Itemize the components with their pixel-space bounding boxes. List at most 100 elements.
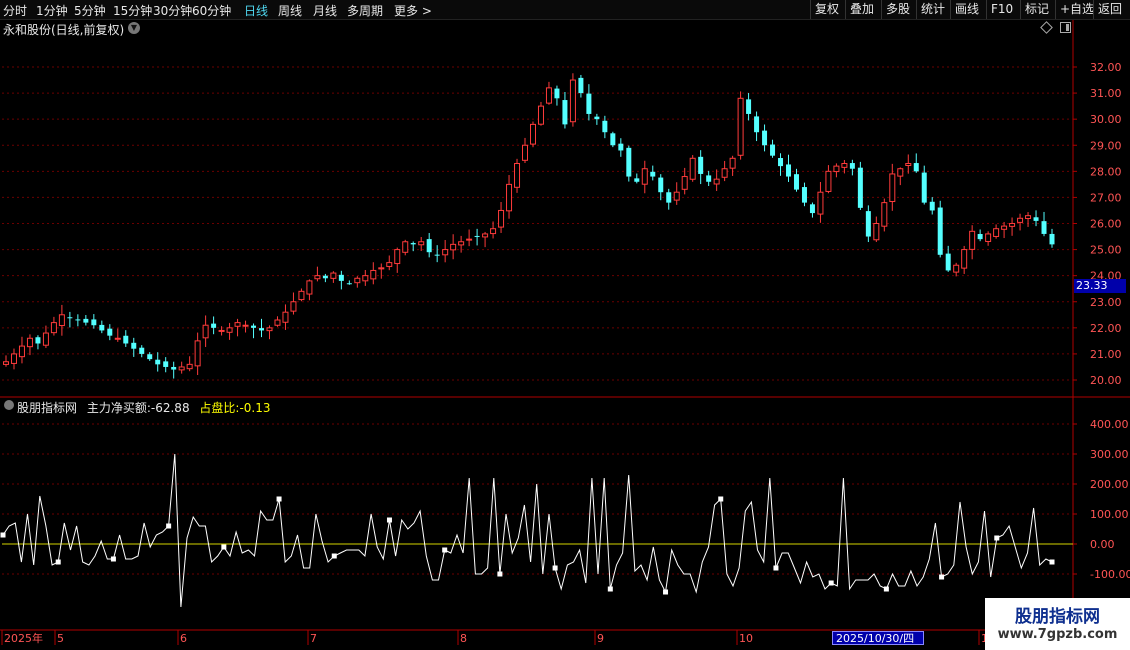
candle-body-up bbox=[202, 324, 209, 339]
candle-body-up bbox=[737, 97, 744, 156]
candle-body-up bbox=[905, 163, 912, 166]
candle-body-up bbox=[58, 314, 65, 327]
candle-body-up bbox=[993, 228, 1000, 237]
chart-canvas[interactable]: 32.00 31.00 30.00 29.00 28.00 27.00 26.00 25.00… bbox=[0, 0, 1130, 650]
candle-body-up bbox=[314, 275, 321, 280]
candle-body-up bbox=[178, 366, 185, 371]
candle-body-up bbox=[961, 249, 968, 269]
net-buy-line bbox=[2, 453, 1053, 608]
net-buy-marker bbox=[386, 517, 392, 523]
candle-body-up bbox=[897, 168, 904, 177]
candle-body-up bbox=[673, 191, 680, 201]
candle-body-up bbox=[873, 223, 880, 241]
candle-body-down bbox=[945, 253, 951, 271]
price-tick-label: 31.00 bbox=[1090, 87, 1122, 100]
candle-body-up bbox=[274, 319, 281, 326]
candle-body-down bbox=[474, 235, 480, 237]
candle-body-down bbox=[83, 318, 89, 323]
candle-body-down bbox=[698, 156, 704, 174]
candle-body-down bbox=[91, 319, 97, 326]
candle-body-up bbox=[226, 327, 233, 333]
candle-body-down bbox=[1041, 221, 1047, 234]
candle-body-up bbox=[729, 157, 736, 169]
price-tick-label: 26.00 bbox=[1090, 218, 1122, 231]
candle-body-down bbox=[131, 342, 137, 349]
candle-body-down bbox=[139, 347, 145, 354]
candle-body-down bbox=[410, 243, 416, 245]
candle-body-down bbox=[610, 133, 616, 146]
x-tick-label: 2025年 bbox=[4, 631, 43, 645]
candle-body-up bbox=[713, 178, 720, 185]
candle-body-up bbox=[529, 123, 536, 145]
net-buy-marker bbox=[0, 532, 6, 538]
candle-body-up bbox=[825, 170, 832, 192]
net-buy-marker bbox=[828, 580, 834, 586]
candle-body-up bbox=[234, 322, 241, 327]
watermark: 股朋指标网 www.7gpzb.com bbox=[985, 598, 1130, 650]
x-tick-label: 8 bbox=[460, 632, 467, 645]
net-buy-marker bbox=[883, 586, 889, 592]
x-tick-label: 7 bbox=[310, 632, 317, 645]
candle-body-down bbox=[322, 275, 328, 279]
net-buy-marker bbox=[939, 574, 945, 580]
candle-body-up bbox=[881, 202, 888, 227]
candle-body-down bbox=[937, 207, 943, 255]
candle-body-up bbox=[641, 168, 648, 185]
price-tick-label: 27.00 bbox=[1090, 191, 1122, 204]
candle-body-down bbox=[123, 335, 129, 344]
net-buy-marker bbox=[110, 556, 116, 562]
date-cursor-label: 2025/10/30/四 bbox=[832, 631, 924, 645]
candle-body-down bbox=[770, 144, 776, 156]
candle-body-down bbox=[578, 77, 584, 94]
candle-body-up bbox=[378, 267, 385, 270]
candle-body-up bbox=[482, 233, 489, 238]
candle-body-up bbox=[266, 327, 273, 332]
candle-body-up bbox=[681, 176, 688, 190]
candle-body-up bbox=[418, 241, 425, 246]
candle-body-up bbox=[354, 277, 361, 284]
candle-body-up bbox=[498, 209, 505, 228]
candle-body-up bbox=[306, 280, 313, 295]
price-tick-label: 32.00 bbox=[1090, 61, 1122, 74]
net-buy-marker bbox=[552, 565, 558, 571]
candle-body-up bbox=[506, 183, 513, 212]
candle-body-down bbox=[554, 88, 560, 99]
candle-body-down bbox=[786, 164, 792, 177]
candle-body-up bbox=[1025, 215, 1032, 220]
indicator-tick-label: 0.00 bbox=[1090, 538, 1115, 551]
net-buy-marker bbox=[166, 523, 172, 529]
candle-body-down bbox=[1033, 217, 1039, 221]
candle-body-up bbox=[721, 168, 728, 178]
candle-body-down bbox=[793, 174, 799, 190]
candle-body-up bbox=[841, 163, 848, 168]
candle-body-down bbox=[762, 130, 768, 146]
candle-body-up bbox=[218, 329, 225, 332]
candle-body-down bbox=[801, 187, 807, 203]
candle-body-down bbox=[155, 359, 161, 365]
indicator-name: 股朋指标网 bbox=[17, 401, 78, 415]
candle-body-up bbox=[370, 269, 377, 280]
candle-body-up bbox=[298, 290, 305, 301]
candle-body-down bbox=[618, 143, 624, 151]
x-tick-label: 10 bbox=[739, 632, 753, 645]
candle-body-down bbox=[67, 317, 73, 319]
candle-body-down bbox=[426, 239, 432, 253]
candle-body-down bbox=[754, 116, 760, 133]
indicator-tick-label: 300.00 bbox=[1090, 448, 1129, 461]
candle-body-down bbox=[929, 201, 935, 211]
net-buy-marker bbox=[276, 496, 282, 502]
price-tick-label: 23.00 bbox=[1090, 296, 1122, 309]
candle-body-up bbox=[969, 230, 976, 250]
indicator-value-1: -62.88 bbox=[150, 401, 190, 415]
net-buy-marker bbox=[663, 589, 669, 595]
net-buy-marker bbox=[497, 571, 503, 577]
candle-body-up bbox=[42, 332, 49, 346]
candle-body-up bbox=[18, 345, 25, 358]
candle-body-down bbox=[594, 116, 600, 120]
candle-body-up bbox=[3, 361, 9, 365]
price-tick-label: 28.00 bbox=[1090, 165, 1122, 178]
candle-body-up bbox=[1009, 223, 1016, 227]
candle-body-up bbox=[362, 275, 369, 282]
price-tick-label: 22.00 bbox=[1090, 322, 1122, 335]
candle-body-up bbox=[402, 241, 409, 253]
